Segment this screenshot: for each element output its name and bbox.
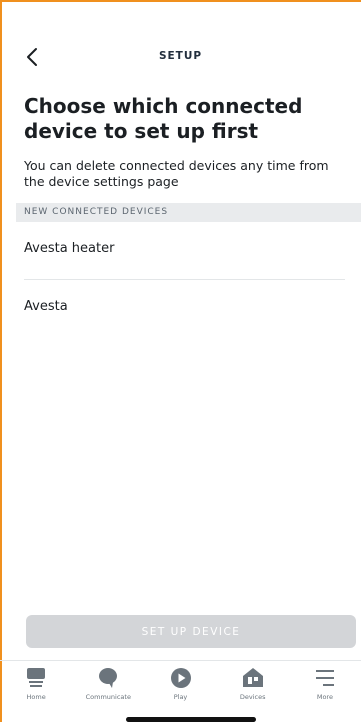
home-indicator[interactable] <box>126 717 256 722</box>
nav-label-devices: Devices <box>239 693 266 701</box>
nav-item-devices[interactable]: Devices <box>217 661 289 707</box>
nav-item-home[interactable]: Home <box>0 661 72 707</box>
bottom-nav: Home Communicate Play Devices More <box>0 660 361 707</box>
header-title: SETUP <box>158 50 203 62</box>
chat-bubble-icon <box>97 667 119 689</box>
header: SETUP <box>0 40 361 74</box>
page-subtitle: You can delete connected devices any tim… <box>24 158 329 189</box>
nav-item-play[interactable]: Play <box>144 661 216 707</box>
device-list: Avesta heater Avesta <box>16 222 361 338</box>
section-header-new-devices: NEW CONNECTED DEVICES <box>16 203 361 222</box>
set-up-device-button[interactable]: SET UP DEVICE <box>26 615 356 648</box>
nav-item-communicate[interactable]: Communicate <box>72 661 144 707</box>
menu-icon <box>314 667 336 689</box>
nav-label-more: More <box>316 693 333 701</box>
page-title: Choose which connected device to set up … <box>24 94 303 143</box>
nav-label-play: Play <box>173 693 188 701</box>
play-icon <box>170 667 192 689</box>
device-item-avesta-heater[interactable]: Avesta heater <box>16 222 361 280</box>
nav-label-communicate: Communicate <box>85 693 131 701</box>
device-item-avesta[interactable]: Avesta <box>16 280 361 338</box>
nav-item-more[interactable]: More <box>289 661 361 707</box>
devices-icon <box>242 667 264 689</box>
home-icon <box>25 667 47 689</box>
nav-label-home: Home <box>26 693 46 701</box>
